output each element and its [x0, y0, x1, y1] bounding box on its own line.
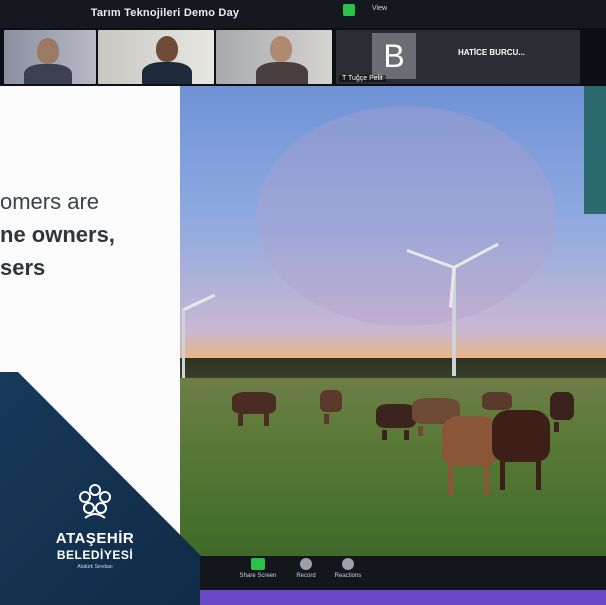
participant-tile[interactable]: [216, 30, 332, 84]
logo-line-2: BELEDİYESİ: [56, 548, 134, 562]
zoom-meeting-window: Tarım Teknojileri Demo Day View B HATİCE…: [0, 0, 606, 605]
share-screen-label: Share Screen: [239, 573, 277, 579]
record-icon: [300, 558, 312, 570]
participant-name: HATİCE BURCU...: [458, 48, 525, 57]
side-panel-edge: [584, 86, 606, 214]
reactions-label: Reactions: [334, 573, 362, 579]
cow-image: [232, 392, 276, 426]
slide-line: ne owners,: [0, 222, 115, 247]
slide-line: sers: [0, 255, 46, 280]
slide-line: omers are: [0, 189, 100, 214]
cow-image: [482, 392, 512, 410]
recording-indicator-icon[interactable]: [343, 4, 355, 16]
accent-bar: [200, 590, 606, 605]
cow-image: [492, 410, 550, 490]
wind-turbine-icon: [182, 308, 185, 378]
reactions-icon: [342, 558, 354, 570]
participant-strip: B HATİCE BURCU... T Tuğçe Pelit: [0, 28, 606, 86]
participant-avatar: B: [372, 33, 416, 79]
reactions-button[interactable]: Reactions: [320, 558, 376, 579]
meeting-title: Tarım Teknojileri Demo Day: [90, 7, 240, 19]
meeting-title-bar: Tarım Teknojileri Demo Day View: [0, 0, 606, 28]
view-button[interactable]: View: [372, 5, 387, 12]
cow-image: [320, 390, 342, 424]
participant-tile[interactable]: [4, 30, 96, 84]
municipality-logo: ATAŞEHİR BELEDİYESİ Atatürk Sevdası: [40, 480, 150, 570]
share-screen-icon: [251, 558, 265, 570]
record-label: Record: [296, 573, 316, 579]
slide-text: omers are ne owners, sers: [0, 185, 180, 284]
participant-tile[interactable]: B HATİCE BURCU... T Tuğçe Pelit: [336, 30, 580, 84]
logo-tagline: Atatürk Sevdası: [77, 564, 113, 570]
ornament-logo-icon: [73, 480, 117, 524]
cow-image: [550, 392, 574, 432]
logo-line-1: ATAŞEHİR: [55, 530, 135, 547]
participant-caption: T Tuğçe Pelit: [339, 75, 386, 82]
meeting-toolbar: Share Screen Record Reactions: [200, 556, 606, 590]
cow-image: [376, 404, 416, 440]
shared-slide-photo: [180, 86, 606, 556]
participant-tile[interactable]: [98, 30, 214, 84]
cow-image: [442, 416, 498, 496]
